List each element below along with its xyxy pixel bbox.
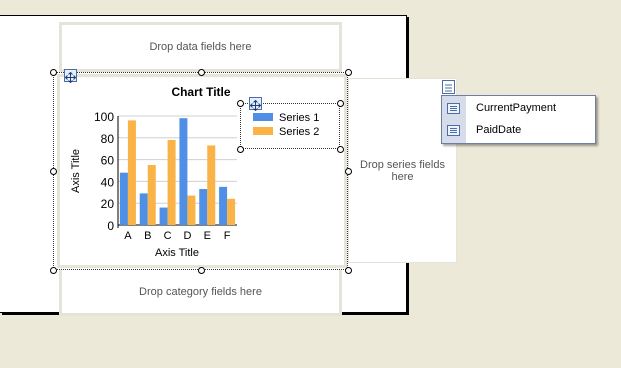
field-item-currentpayment[interactable]: CurrentPayment bbox=[442, 98, 595, 120]
series-drop-zone-label: Drop series fields here bbox=[360, 158, 445, 183]
legend-resize-handle[interactable] bbox=[237, 146, 244, 153]
resize-handle[interactable] bbox=[198, 267, 205, 274]
field-label: PaidDate bbox=[476, 124, 522, 136]
data-drop-zone[interactable]: Drop data fields here bbox=[59, 22, 342, 72]
resize-handle[interactable] bbox=[50, 69, 57, 76]
chart-move-icon[interactable] bbox=[64, 69, 77, 84]
field-icon bbox=[447, 103, 460, 114]
category-drop-zone[interactable]: Drop category fields here bbox=[59, 270, 342, 316]
field-list-popup: CurrentPayment PaidDate bbox=[441, 95, 596, 144]
field-label: CurrentPayment bbox=[476, 102, 557, 114]
field-item-paiddate[interactable]: PaidDate bbox=[442, 120, 595, 142]
resize-handle[interactable] bbox=[50, 267, 57, 274]
field-icon bbox=[447, 125, 460, 136]
legend-resize-handle[interactable] bbox=[337, 100, 344, 107]
legend-move-icon[interactable] bbox=[249, 97, 262, 112]
chart-selection-outline bbox=[53, 72, 348, 270]
data-drop-zone-label: Drop data fields here bbox=[149, 41, 252, 53]
legend-resize-handle[interactable] bbox=[237, 100, 244, 107]
category-drop-zone-label: Drop category fields here bbox=[139, 285, 262, 298]
resize-handle[interactable] bbox=[345, 267, 352, 274]
resize-handle[interactable] bbox=[345, 168, 352, 175]
resize-handle[interactable] bbox=[50, 168, 57, 175]
resize-handle[interactable] bbox=[198, 69, 205, 76]
legend-resize-handle[interactable] bbox=[337, 146, 344, 153]
field-list-icon[interactable] bbox=[442, 80, 455, 94]
resize-handle[interactable] bbox=[345, 69, 352, 76]
